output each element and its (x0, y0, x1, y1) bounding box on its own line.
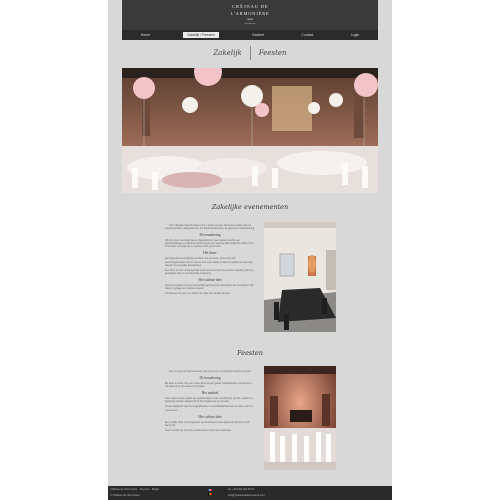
zakelijk-text-block: Voor zakelijke bijeenkomsten kunt u zowe… (165, 224, 255, 295)
zakelijk-paragraph-benadering: Wij zijn ervan overtuigd dat een bijeenk… (165, 239, 254, 249)
footer-email[interactable]: info@chateaudelarmoniere.com (228, 494, 265, 497)
zakelijk-subheading-diner: Het diner (203, 251, 217, 256)
zakelijk-paragraph-cadeau-2: Contacteer ons voor een offerte op maat … (165, 292, 231, 296)
section-title-zakelijk: Zakelijke evenementen (211, 203, 289, 211)
party-hall-illustration (264, 366, 336, 470)
section-title-feesten: Feesten (237, 349, 263, 357)
feesten-text-block: Voor uw grote en kleine feesten, die bij… (165, 370, 255, 432)
language-flag-fr-icon[interactable] (208, 489, 212, 491)
site-header: CHÂTEAU DE L'ARMONIÈRE aqua gastronomie (122, 0, 378, 30)
feesten-subheading-benadering: De benadering (199, 376, 221, 381)
nav-item-login[interactable]: Login (347, 32, 364, 38)
footer-phone[interactable]: tel. +32 (0)2 123 45 67 (228, 488, 254, 491)
feesten-paragraph-cadeau: Een verblijf, diner of arrangement op he… (165, 420, 250, 427)
nav-item-home[interactable]: Home (137, 32, 154, 38)
page: CHÂTEAU DE L'ARMONIÈRE aqua gastronomie … (0, 0, 500, 500)
logo-tagline: gastronomie (244, 23, 256, 25)
zakelijk-paragraph-diner-2: Een diner in onze ontvangstzaal of op he… (165, 268, 254, 275)
nav-item-zakelijk-feesten[interactable]: Zakelijk / Feesten (183, 32, 219, 38)
banquet-hall-illustration (122, 68, 378, 193)
language-flag-be-icon[interactable] (208, 493, 212, 495)
section-tabs: Zakelijk Feesten (200, 46, 300, 60)
feesten-subheading-aanbod: Het aanbod (201, 391, 219, 396)
tab-zakelijk[interactable]: Zakelijk (205, 49, 249, 57)
meeting-room-photo (264, 222, 336, 332)
tab-feesten[interactable]: Feesten (251, 49, 295, 57)
footer-copyright: © Château de l'Armonière (110, 494, 140, 497)
feesten-intro: Voor uw grote en kleine feesten, die bij… (168, 370, 252, 373)
main-nav: Home Zakelijk / Feesten Kasteel Contact … (122, 30, 378, 40)
nav-item-kasteel[interactable]: Kasteel (248, 32, 268, 38)
zakelijk-subheading-cadeau: Het cadeau-idee (198, 277, 222, 282)
feesten-paragraph-benadering: Elk feest is uniek. Van een intiem diner… (165, 382, 252, 389)
site-logo[interactable]: CHÂTEAU DE L'ARMONIÈRE aqua gastronomie (218, 3, 282, 25)
zakelijk-intro: Voor zakelijke bijeenkomsten kunt u zowe… (165, 224, 255, 231)
site-footer: Château de l'Armonière · Tervuren · Belg… (108, 486, 392, 500)
feesten-paragraph-aanbod: Onze zalen bieden plaats aan gezelschapp… (165, 397, 254, 404)
nav-item-contact[interactable]: Contact (297, 32, 317, 38)
hero-banquet-photo (122, 68, 378, 193)
party-hall-photo (264, 366, 336, 470)
zakelijk-paragraph-diner: Een bijeenkomst eindigt bij voorkeur met… (165, 257, 253, 267)
feesten-paragraph-cadeau-2: Neem contact op met onze medewerkers voo… (165, 428, 232, 432)
feesten-paragraph-aanbod-2: Vraag vrijblijvend naar de mogelijkheden… (165, 405, 253, 412)
feesten-subheading-cadeau: Het cadeau-idee (198, 414, 222, 419)
zakelijk-paragraph-cadeau: Verras uw gasten met een persoonlijk ges… (165, 283, 254, 291)
footer-address: Château de l'Armonière · Tervuren · Belg… (110, 488, 160, 491)
meeting-room-illustration (264, 222, 336, 332)
zakelijk-subheading-benadering: De benadering (199, 233, 221, 238)
logo-title: CHÂTEAU DE L'ARMONIÈRE (230, 4, 270, 16)
